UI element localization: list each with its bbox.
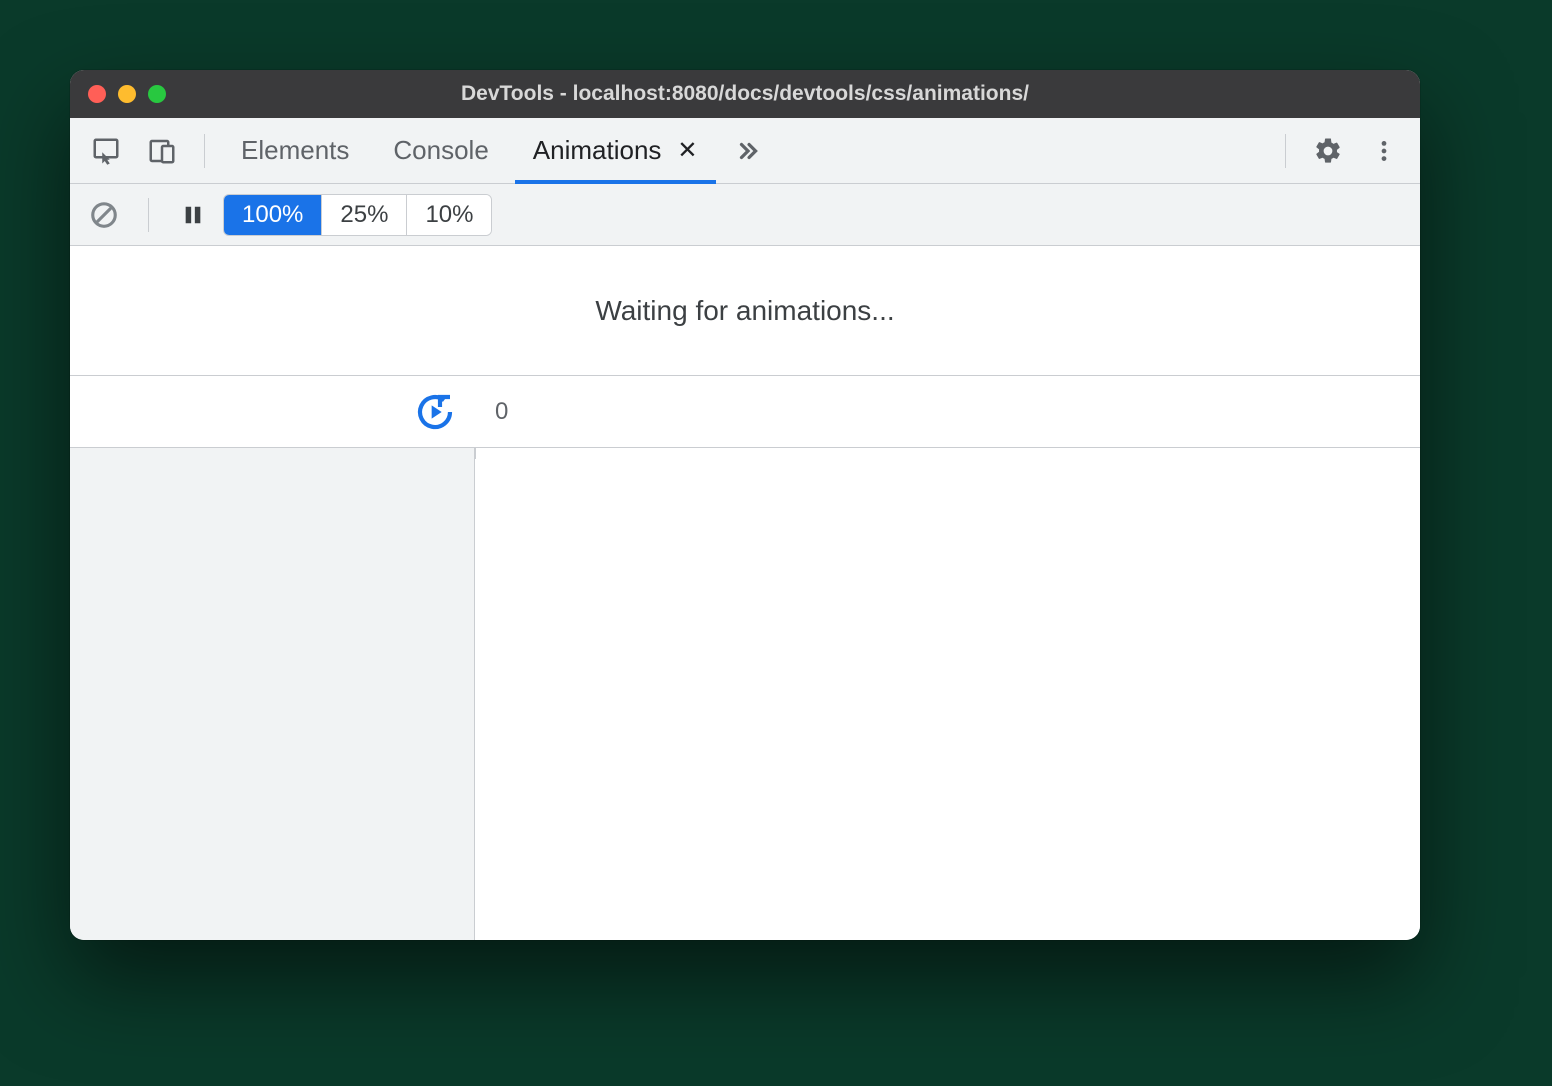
tab-label: Elements (241, 135, 349, 166)
waiting-message: Waiting for animations... (595, 295, 894, 327)
animations-body (70, 448, 1420, 940)
close-window-button[interactable] (88, 85, 106, 103)
window-title: DevTools - localhost:8080/docs/devtools/… (70, 82, 1420, 106)
animation-names-pane (70, 448, 475, 940)
divider (1285, 134, 1286, 168)
minimize-window-button[interactable] (118, 85, 136, 103)
playback-speed-group: 100% 25% 10% (223, 194, 492, 236)
tab-elements[interactable]: Elements (219, 118, 371, 183)
timeline-ruler: 0 (70, 376, 1420, 448)
replay-button[interactable] (415, 392, 455, 432)
clear-button[interactable] (82, 193, 126, 237)
settings-button[interactable] (1304, 127, 1352, 175)
devtools-window: DevTools - localhost:8080/docs/devtools/… (70, 70, 1420, 940)
speed-100-button[interactable]: 100% (224, 195, 322, 235)
ruler-scale[interactable]: 0 (475, 376, 1420, 447)
titlebar: DevTools - localhost:8080/docs/devtools/… (70, 70, 1420, 118)
more-tabs-button[interactable] (724, 127, 772, 175)
timeline-zero-label: 0 (495, 398, 508, 426)
animation-timeline-pane[interactable] (475, 448, 1420, 940)
ruler-controls (70, 376, 475, 447)
speed-10-button[interactable]: 10% (407, 195, 491, 235)
main-tabstrip: Elements Console Animations ✕ (70, 118, 1420, 184)
pause-button[interactable] (171, 193, 215, 237)
tab-animations[interactable]: Animations ✕ (511, 118, 720, 183)
ruler-tick (475, 447, 476, 459)
tab-console[interactable]: Console (371, 118, 510, 183)
tab-label: Console (393, 135, 488, 166)
tab-label: Animations (533, 135, 662, 166)
traffic-lights (88, 85, 166, 103)
animations-empty-state: Waiting for animations... (70, 246, 1420, 376)
more-options-button[interactable] (1360, 127, 1408, 175)
animations-toolbar: 100% 25% 10% (70, 184, 1420, 246)
inspect-element-button[interactable] (82, 127, 130, 175)
close-icon[interactable]: ✕ (677, 136, 697, 165)
divider (148, 198, 149, 232)
maximize-window-button[interactable] (148, 85, 166, 103)
device-toolbar-button[interactable] (138, 127, 186, 175)
speed-25-button[interactable]: 25% (322, 195, 407, 235)
divider (204, 134, 205, 168)
